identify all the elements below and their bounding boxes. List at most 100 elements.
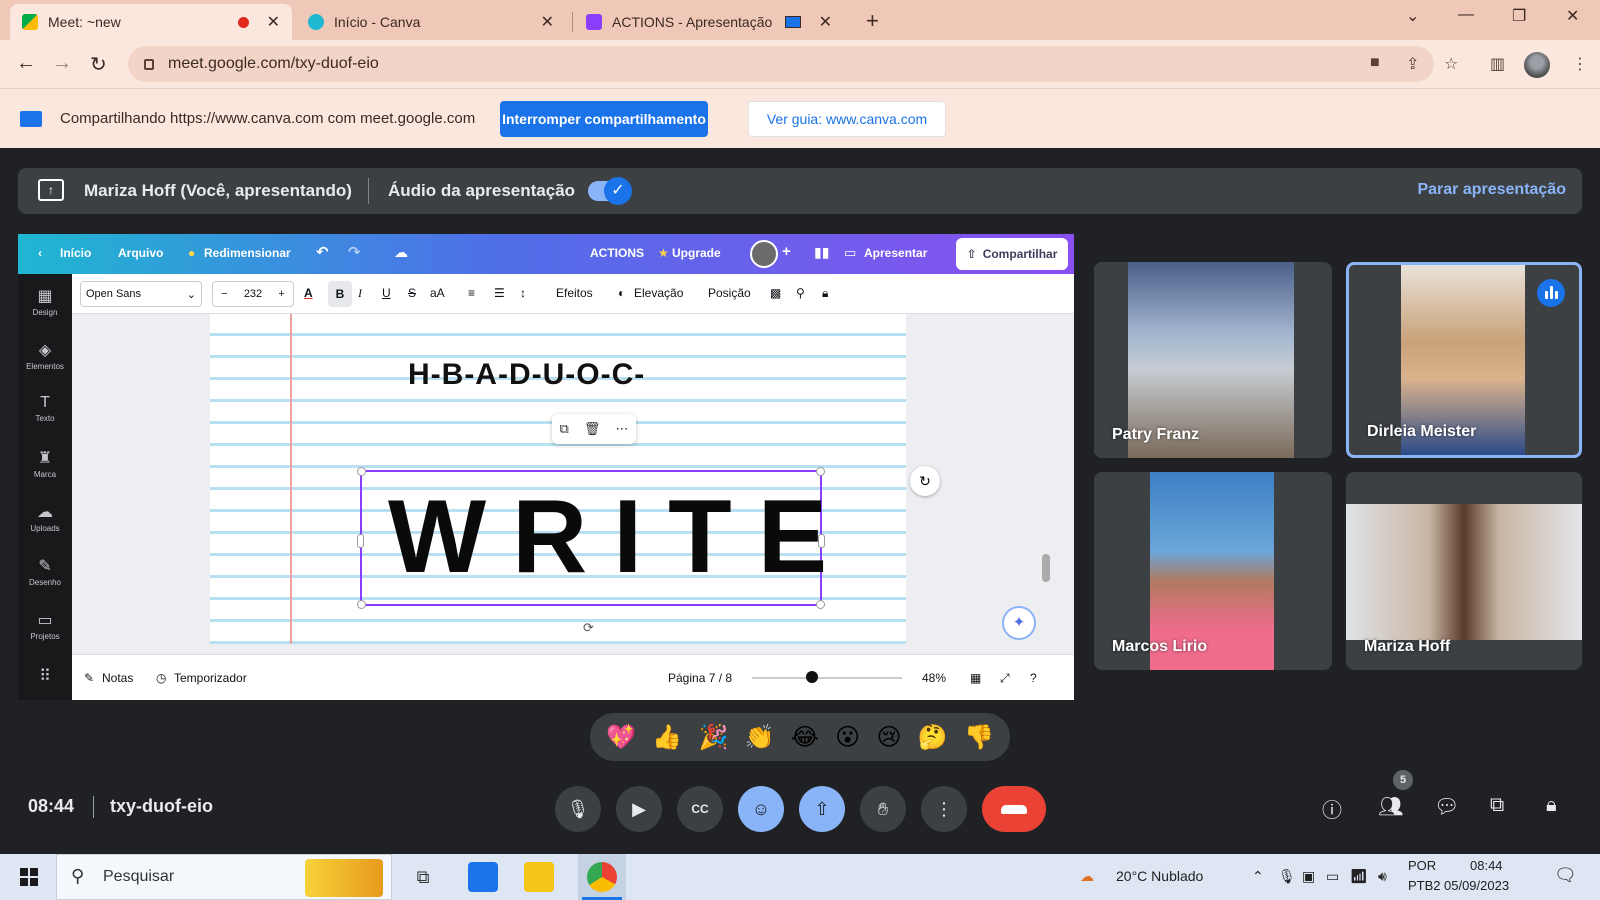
bookmark-star-icon[interactable]: ☆ — [1444, 54, 1458, 74]
grid-view-icon[interactable]: ▦ — [970, 671, 981, 685]
address-bar[interactable]: meet.google.com/txy-duof-eio — [128, 46, 1434, 82]
lock-element-icon[interactable]: 🔒︎ — [822, 286, 828, 301]
add-collaborator-icon[interactable]: + — [782, 243, 791, 260]
increase-size-button[interactable]: + — [278, 288, 284, 300]
notifications-icon[interactable]: 🗨︎ — [1554, 865, 1577, 886]
letter-case-icon[interactable]: aA — [430, 286, 445, 300]
file-explorer-icon[interactable] — [524, 862, 554, 892]
chat-icon[interactable]: 💬︎ — [1434, 794, 1459, 819]
forward-icon[interactable]: → — [52, 52, 72, 75]
reaction-heart[interactable]: 💖 — [606, 723, 636, 752]
canvas-scrollbar[interactable] — [1042, 314, 1050, 644]
info-icon[interactable]: ⓘ — [1322, 794, 1342, 823]
stop-sharing-button[interactable]: Interromper compartilhamento — [500, 101, 708, 137]
sidebar-item-elements[interactable]: ◈ Elementos — [18, 340, 72, 371]
more-options-icon[interactable]: ⋮ — [921, 786, 967, 832]
list-icon[interactable]: ☰ — [494, 286, 505, 300]
restore-window-button[interactable]: ❐ — [1512, 6, 1526, 26]
bold-icon[interactable]: B — [328, 281, 352, 307]
notebook-page[interactable]: H-B-A-D-U-O-C- WRITE ⟳ — [210, 314, 906, 644]
close-tab-icon[interactable]: ✕ — [819, 12, 832, 32]
insights-chart-icon[interactable]: ▮▮ — [814, 244, 829, 261]
page-indicator[interactable]: Página 7 / 8 — [668, 671, 732, 685]
tab-canva-presentation[interactable]: ACTIONS - Apresentação ✕ — [574, 4, 844, 40]
reaction-clap[interactable]: 👏 — [745, 723, 775, 752]
sidebar-apps-icon[interactable]: ⠿ — [18, 666, 72, 688]
browser-menu-icon[interactable]: ⋮ — [1572, 54, 1588, 74]
duplicate-icon[interactable]: ⧉ — [560, 421, 569, 437]
zoom-percentage[interactable]: 48% — [922, 671, 946, 685]
tray-chevron-icon[interactable]: ⌃ — [1252, 868, 1264, 885]
italic-icon[interactable]: I — [358, 286, 362, 301]
present-icon[interactable]: ⇧ — [799, 786, 845, 832]
tab-search-icon[interactable]: ⌄ — [1406, 6, 1419, 26]
canva-back-icon[interactable]: ‹ — [38, 246, 42, 260]
selected-text-box[interactable]: WRITE — [357, 467, 827, 609]
font-size-value[interactable]: 232 — [244, 288, 262, 300]
taskbar-time[interactable]: 08:44 — [1470, 858, 1503, 873]
zoom-slider-handle[interactable] — [806, 671, 818, 683]
weather-text[interactable]: 20°C Nublado — [1116, 868, 1203, 884]
effects-button[interactable]: Efeitos — [556, 286, 593, 300]
taskbar-search[interactable]: ⚲ Pesquisar — [56, 854, 392, 900]
resize-handle[interactable] — [816, 600, 825, 609]
end-call-button[interactable] — [982, 786, 1046, 832]
taskbar-date[interactable]: 05/09/2023 — [1444, 878, 1509, 893]
resize-handle[interactable] — [357, 600, 366, 609]
sidebar-item-projects[interactable]: ▭ Projetos — [18, 610, 72, 641]
minimize-window-button[interactable]: — — [1458, 6, 1474, 24]
resize-handle[interactable] — [357, 467, 366, 476]
task-view-icon[interactable]: ⧉ — [408, 862, 438, 892]
tab-meet[interactable]: Meet: ~new ✕ — [10, 4, 292, 40]
text-color-icon[interactable]: A — [304, 286, 313, 300]
input-layout[interactable]: PTB2 — [1408, 878, 1441, 893]
tray-mic-icon[interactable]: 🎙︎ — [1278, 868, 1296, 885]
battery-icon[interactable]: ▭ — [1326, 868, 1339, 885]
magic-sparkle-icon[interactable]: ✦ — [1002, 606, 1036, 640]
rotate-icon[interactable]: ⟳ — [583, 620, 594, 636]
notes-button[interactable]: Notas — [102, 671, 133, 685]
undo-icon[interactable]: ↶ — [316, 243, 329, 261]
fullscreen-icon[interactable]: ⤢ — [1000, 671, 1010, 686]
reload-icon[interactable]: ↻ — [90, 52, 107, 77]
wifi-icon[interactable]: 📶︎ — [1350, 868, 1368, 885]
people-icon[interactable]: 👥︎ — [1378, 794, 1403, 819]
canva-resize-button[interactable]: Redimensionar — [204, 246, 291, 260]
host-controls-icon[interactable]: 🔒︎ — [1546, 794, 1557, 817]
resize-handle[interactable] — [816, 467, 825, 476]
close-window-button[interactable]: ✕ — [1566, 6, 1579, 26]
close-tab-icon[interactable]: ✕ — [267, 12, 280, 32]
spacing-icon[interactable]: ↕ — [520, 286, 526, 300]
zoom-slider[interactable] — [752, 677, 902, 679]
copy-style-icon[interactable]: ⚲ — [796, 286, 805, 300]
scrollbar-thumb[interactable] — [1042, 554, 1050, 582]
raise-hand-icon[interactable]: ✋︎ — [860, 786, 906, 832]
stop-presenting-button[interactable]: Parar apresentação — [1417, 181, 1566, 199]
side-panel-icon[interactable]: ▥ — [1490, 54, 1505, 74]
transparency-icon[interactable]: ▩ — [770, 286, 781, 300]
font-family-select[interactable]: Open Sans ⌄ — [80, 281, 202, 307]
font-size-stepper[interactable]: − 232 + — [212, 281, 294, 307]
url-text[interactable]: meet.google.com/txy-duof-eio — [168, 55, 379, 73]
underline-icon[interactable]: U — [382, 286, 391, 300]
align-center-icon[interactable]: ≡ — [468, 286, 475, 300]
windows-start-icon[interactable] — [20, 868, 38, 886]
redo-icon[interactable]: ↷ — [348, 243, 361, 261]
participant-tile[interactable]: Patry Franz — [1094, 262, 1332, 458]
reaction-party[interactable]: 🎉 — [698, 723, 728, 752]
share-page-icon[interactable]: ⇪ — [1406, 54, 1419, 74]
input-language[interactable]: POR — [1408, 858, 1436, 873]
canva-upgrade-button[interactable]: Upgrade — [672, 246, 721, 260]
sidebar-item-draw[interactable]: ✎ Desenho — [18, 556, 72, 587]
help-icon[interactable]: ? — [1030, 671, 1037, 685]
close-tab-icon[interactable]: ✕ — [541, 12, 554, 32]
reaction-thinking[interactable]: 🤔 — [918, 723, 948, 752]
view-tab-button[interactable]: Ver guia: www.canva.com — [748, 101, 946, 137]
sidebar-item-uploads[interactable]: ☁ Uploads — [18, 502, 72, 533]
new-tab-button[interactable]: + — [866, 8, 879, 34]
participant-tile[interactable]: Marcos Lirio — [1094, 472, 1332, 670]
canva-present-button[interactable]: Apresentar — [864, 246, 927, 260]
elevation-button[interactable]: Elevação — [634, 286, 683, 300]
sidebar-item-design[interactable]: ▦ Design — [18, 286, 72, 317]
captions-icon[interactable]: CC — [677, 786, 723, 832]
